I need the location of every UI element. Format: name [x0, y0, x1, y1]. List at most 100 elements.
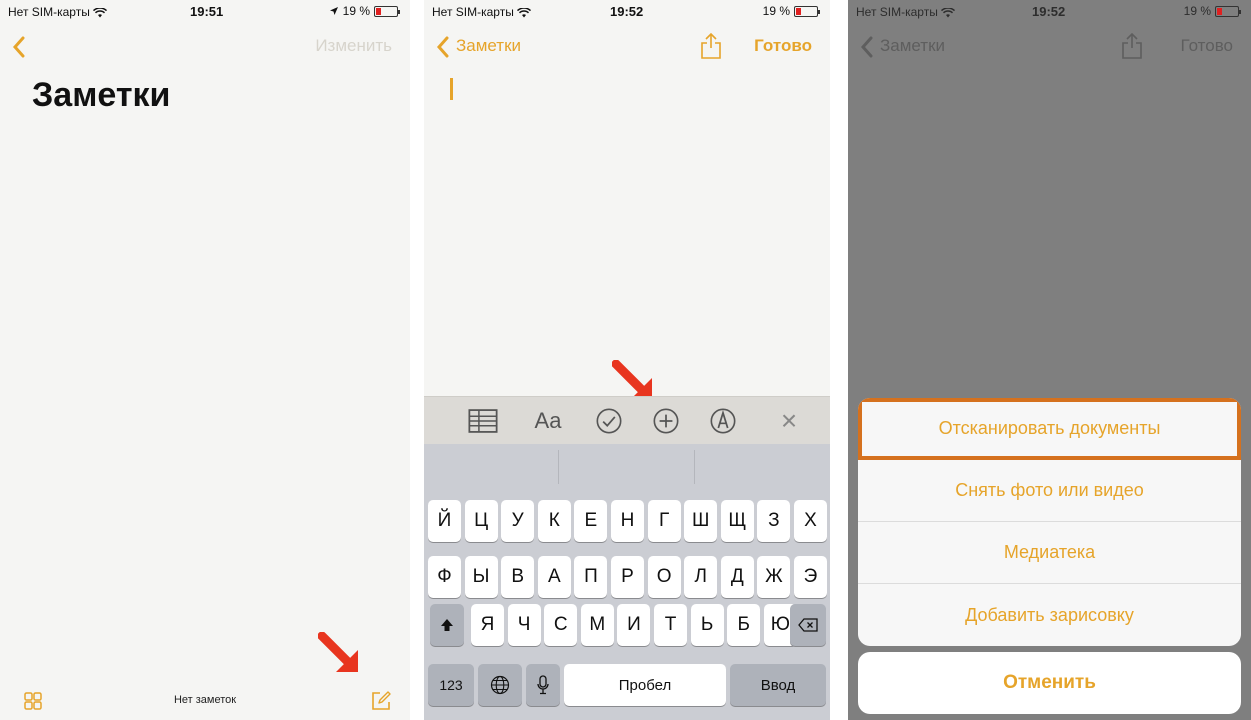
battery-percent: 19 % [1183, 4, 1211, 18]
nav-bar: Изменить [0, 28, 410, 64]
space-key[interactable]: Пробел [564, 664, 726, 706]
key-letter[interactable]: Б [727, 604, 761, 646]
compose-icon[interactable] [370, 690, 392, 712]
key-letter[interactable]: В [501, 556, 535, 598]
status-time: 19:52 [1032, 4, 1066, 19]
share-icon[interactable] [700, 32, 722, 60]
key-letter[interactable]: Ф [428, 556, 461, 598]
carrier-text: Нет SIM-карты [432, 5, 514, 19]
note-editor-screen: Нет SIM-карты 19:52 19 % Заметки Готово … [424, 0, 830, 720]
edit-button[interactable]: Изменить [315, 36, 392, 56]
key-letter[interactable]: И [617, 604, 651, 646]
nav-bar: Заметки Готово [424, 28, 830, 64]
key-letter[interactable]: Г [647, 500, 681, 542]
keyboard: ЙЦУКЕНГШЩЗХ ФЫВАПРОЛДЖЭ ЯЧСМИТЬБЮ 123 Пр… [424, 490, 830, 720]
suggestion-bar [424, 444, 830, 490]
shift-icon [441, 619, 453, 631]
numbers-key[interactable]: 123 [428, 664, 474, 706]
back-chevron-icon[interactable] [436, 36, 450, 58]
key-letter[interactable]: Ш [684, 500, 718, 542]
carrier-text: Нет SIM-карты [856, 5, 938, 19]
status-bar: Нет SIM-карты 19:52 19 % [848, 0, 1251, 22]
back-chevron-icon[interactable] [12, 36, 26, 58]
battery-icon [1215, 5, 1241, 17]
sketch-icon[interactable] [708, 407, 738, 435]
checklist-icon[interactable] [594, 407, 624, 435]
carrier-text: Нет SIM-карты [8, 5, 90, 19]
battery-percent: 19 % [762, 4, 790, 18]
backspace-icon [798, 618, 818, 632]
suggestion-divider [558, 450, 559, 484]
back-chevron-icon [860, 36, 873, 58]
key-letter[interactable]: У [501, 500, 535, 542]
back-button[interactable]: Заметки [456, 36, 521, 56]
scan-documents-option[interactable]: Отсканировать документы [858, 398, 1241, 460]
key-letter[interactable]: Н [611, 500, 644, 542]
key-letter[interactable]: Х [794, 500, 827, 542]
key-letter[interactable]: М [580, 604, 614, 646]
action-sheet: Отсканировать документы Снять фото или в… [858, 398, 1241, 646]
key-letter[interactable]: Е [574, 500, 608, 542]
key-letter[interactable]: О [647, 556, 681, 598]
key-letter[interactable]: З [757, 500, 791, 542]
key-letter[interactable]: Щ [720, 500, 754, 542]
microphone-icon [537, 675, 549, 695]
key-letter[interactable]: Ц [464, 500, 498, 542]
battery-indicator: 19 % [1183, 4, 1241, 18]
globe-key[interactable] [478, 664, 522, 706]
wifi-icon [92, 7, 107, 18]
delete-key[interactable] [790, 604, 826, 646]
key-letter[interactable]: Д [720, 556, 754, 598]
return-key[interactable]: Ввод [730, 664, 826, 706]
done-button[interactable]: Готово [754, 36, 812, 56]
carrier-label: Нет SIM-карты [856, 5, 955, 19]
back-button: Заметки [880, 36, 946, 55]
empty-notes-label: Нет заметок [173, 694, 237, 706]
text-cursor[interactable] [450, 78, 453, 100]
add-attachment-icon[interactable] [651, 407, 681, 435]
key-letter[interactable]: Ж [757, 556, 791, 598]
key-letter[interactable]: Ч [507, 604, 541, 646]
photo-library-option[interactable]: Медиатека [858, 522, 1241, 584]
key-letter[interactable]: Й [428, 500, 461, 542]
done-button: Готово [1180, 36, 1234, 55]
share-icon [1122, 32, 1142, 59]
battery-icon [794, 5, 820, 17]
key-letter[interactable]: Р [611, 556, 644, 598]
key-letter[interactable]: Ы [464, 556, 498, 598]
suggestion-divider [694, 450, 695, 484]
key-letter[interactable]: Т [654, 604, 687, 646]
close-icon[interactable]: × [774, 405, 804, 436]
battery-icon [374, 5, 400, 17]
location-icon [329, 7, 338, 15]
shift-key[interactable] [430, 604, 464, 646]
battery-indicator: 19 % [329, 4, 400, 18]
wifi-icon [940, 7, 955, 18]
nav-bar: Заметки Готово [848, 28, 1251, 64]
key-letter[interactable]: Я [471, 604, 504, 646]
key-letter[interactable]: К [537, 500, 571, 542]
wifi-icon [516, 7, 531, 18]
format-toolbar: Aa × [424, 396, 830, 444]
carrier-label: Нет SIM-карты [8, 5, 107, 19]
key-letter[interactable]: А [537, 556, 571, 598]
status-bar: Нет SIM-карты 19:52 19 % [424, 0, 830, 22]
add-sketch-option[interactable]: Добавить зарисовку [858, 584, 1241, 646]
pointer-arrow-icon [318, 632, 358, 672]
battery-percent: 19 % [342, 4, 370, 18]
attachment-menu-screen: Нет SIM-карты 19:52 19 % Заметки Готово … [848, 0, 1251, 720]
key-letter[interactable]: С [544, 604, 578, 646]
table-icon[interactable] [468, 407, 498, 435]
key-letter[interactable]: Ь [690, 604, 724, 646]
status-time: 19:51 [190, 4, 224, 19]
notes-list-screen: Нет SIM-карты 19:51 19 % Изменить Заметк… [0, 0, 410, 720]
cancel-button[interactable]: Отменить [858, 652, 1241, 714]
dictation-key[interactable] [526, 664, 560, 706]
key-letter[interactable]: Л [684, 556, 718, 598]
key-letter[interactable]: Э [794, 556, 827, 598]
status-time: 19:52 [610, 4, 644, 19]
key-letter[interactable]: П [574, 556, 608, 598]
take-photo-option[interactable]: Снять фото или видео [858, 460, 1241, 522]
status-bar: Нет SIM-карты 19:51 19 % [0, 0, 410, 22]
text-format-button[interactable]: Aa [530, 407, 566, 435]
